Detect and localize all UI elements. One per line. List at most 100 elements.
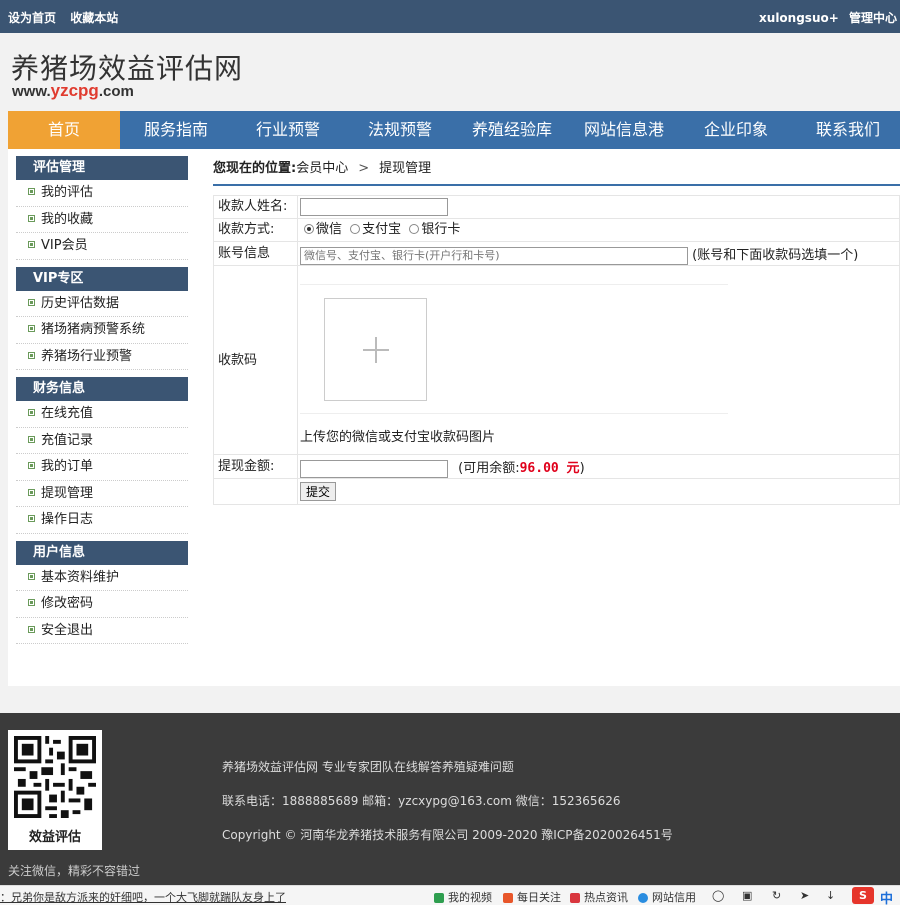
amount-input[interactable] (300, 459, 448, 478)
sidebar-item-label: 基本资料维护 (41, 569, 120, 585)
bullet-icon (28, 351, 35, 359)
site-footer: 效益评估 关注微信，精彩不容错过 养猪场效益评估网 专业专家团队在线解答养殖疑难… (0, 713, 900, 885)
credit-icon (638, 893, 648, 903)
ime-mode-indicator[interactable]: 中 (880, 888, 893, 905)
sidebar-item-recharge[interactable]: 在线充值 (16, 401, 188, 428)
sidebar-group-user: 用户信息 基本资料维护 修改密码 安全退出 (16, 540, 188, 644)
radio-alipay[interactable] (350, 223, 361, 234)
sidebar-item-recharge-records[interactable]: 充值记录 (16, 428, 188, 454)
sidebar-item-my-eval[interactable]: 我的评估 (16, 180, 188, 207)
sidebar-heading: 用户信息 (16, 540, 188, 565)
bullet-icon (28, 435, 35, 443)
nav-service-guide[interactable]: 服务指南 (120, 111, 232, 149)
breadcrumb-divider (213, 184, 900, 186)
site-header: 养猪场效益评估网 www.yzcpg.com (0, 33, 900, 111)
balance-value: 96.00 元 (519, 461, 580, 476)
sidebar-item-password[interactable]: 修改密码 (16, 591, 188, 618)
status-label: 每日关注 (517, 891, 561, 904)
payee-input[interactable] (300, 198, 448, 216)
radio-bank[interactable] (409, 223, 420, 234)
username-link[interactable]: xulongsuo+ (759, 11, 839, 25)
status-hot-news[interactable]: 热点资讯 (570, 889, 628, 905)
sogou-ime-icon[interactable]: S (852, 887, 874, 904)
bookmark-link[interactable]: 收藏本站 (70, 11, 118, 25)
image-icon[interactable]: ▣ (742, 889, 752, 902)
sidebar-item-vip[interactable]: VIP会员 (16, 233, 188, 260)
status-my-video[interactable]: 我的视频 (434, 889, 492, 905)
submit-label-cell (214, 479, 298, 504)
status-site-credit[interactable]: 网站信用 (638, 889, 696, 905)
withdraw-form: 收款人姓名: 收款方式: 微信 支付宝 银行卡 账号信息 (账号和下面收款码选填… (213, 195, 900, 505)
upload-area (300, 284, 728, 414)
nav-contact[interactable]: 联系我们 (792, 111, 900, 149)
account-label: 账号信息 (214, 242, 298, 265)
sidebar-item-label: 我的收藏 (41, 211, 94, 227)
bullet-icon (28, 214, 35, 222)
radio-bank-label: 银行卡 (421, 222, 461, 237)
browser-status-bar: ：兄弟你是敌方派来的奸细吧，一个大飞脚就踹队友身上了 我的视频 每日关注 热点资… (0, 885, 900, 905)
sidebar-item-label: 我的订单 (41, 459, 94, 474)
sidebar-item-favorites[interactable]: 我的收藏 (16, 207, 188, 233)
bullet-icon (28, 515, 35, 522)
payee-label: 收款人姓名: (214, 196, 298, 218)
sidebar-item-orders[interactable]: 我的订单 (16, 454, 188, 481)
admin-center-link[interactable]: 管理中心 (849, 11, 897, 25)
bullet-icon (28, 488, 35, 496)
status-label: 热点资讯 (584, 891, 628, 904)
main-panel: 评估管理 我的评估 我的收藏 VIP会员 VIP专区 历史评估数据 猪场猪病预警… (8, 149, 900, 686)
bullet-icon (28, 298, 35, 306)
sidebar-group-finance: 财务信息 在线充值 充值记录 我的订单 提现管理 操作日志 (16, 377, 188, 534)
sidebar-item-profile[interactable]: 基本资料维护 (16, 565, 188, 591)
wechat-qr-code (14, 736, 96, 818)
sidebar-item-label: 在线充值 (41, 406, 94, 421)
shield-icon[interactable]: ◯ (712, 889, 724, 902)
breadcrumb-parent[interactable]: 会员中心 (296, 161, 348, 176)
qrcode-label: 收款码 (214, 266, 298, 454)
status-label: 网站信用 (652, 891, 696, 904)
refresh-icon[interactable]: ↻ (772, 889, 781, 902)
bullet-icon (28, 409, 35, 416)
bullet-icon (28, 462, 35, 469)
sidebar-item-label: 养猪场行业预警 (41, 348, 133, 364)
account-input[interactable] (300, 246, 688, 265)
bullet-icon (28, 325, 35, 332)
status-daily[interactable]: 每日关注 (503, 889, 561, 905)
nav-industry-warning[interactable]: 行业预警 (232, 111, 344, 149)
sidebar-heading: 评估管理 (16, 156, 188, 180)
sidebar-item-label: 修改密码 (41, 596, 94, 611)
account-hint: (账号和下面收款码选填一个) (692, 248, 859, 263)
top-bar: 设为首页 收藏本站 xulongsuo+ 管理中心 (0, 0, 900, 33)
qrcode-row: 收款码 上传您的微信或支付宝收款码图片 (214, 266, 899, 455)
rocket-icon[interactable]: ➤ (800, 889, 809, 902)
payee-row: 收款人姓名: (214, 196, 899, 219)
download-icon[interactable]: ↓ (826, 889, 835, 902)
breadcrumb-current: 提现管理 (379, 161, 432, 176)
breadcrumb: 您现在的位置:会员中心 > 提现管理 (213, 157, 431, 176)
news-ticker-link[interactable]: ：兄弟你是敌方派来的奸细吧，一个大飞脚就踹队友身上了 (0, 889, 286, 905)
account-row: 账号信息 (账号和下面收款码选填一个) (214, 242, 899, 266)
nav-regulation-warning[interactable]: 法规预警 (344, 111, 456, 149)
sidebar-item-industry-warning[interactable]: 养猪场行业预警 (16, 344, 188, 370)
submit-button[interactable]: 提交 (300, 482, 337, 501)
sidebar-item-label: 提现管理 (41, 485, 94, 501)
site-url[interactable]: www.yzcpg.com (12, 81, 134, 101)
nav-experience[interactable]: 养殖经验库 (456, 111, 568, 149)
url-suffix: .com (98, 83, 134, 100)
qr-caption: 效益评估 (28, 830, 81, 845)
sidebar-item-logs[interactable]: 操作日志 (16, 507, 188, 534)
radio-alipay-label: 支付宝 (362, 222, 402, 237)
radio-wechat-label: 微信 (316, 222, 343, 237)
set-home-link[interactable]: 设为首页 (8, 11, 56, 25)
upload-hint: 上传您的微信或支付宝收款码图片 (300, 430, 496, 445)
bullet-icon (28, 188, 35, 195)
sidebar-item-withdraw[interactable]: 提现管理 (16, 481, 188, 507)
nav-home[interactable]: 首页 (8, 111, 120, 149)
sidebar-item-logout[interactable]: 安全退出 (16, 618, 188, 644)
sidebar-item-history[interactable]: 历史评估数据 (16, 291, 188, 317)
sidebar-item-disease-warning[interactable]: 猪场猪病预警系统 (16, 317, 188, 344)
breadcrumb-prefix: 您现在的位置: (213, 161, 297, 176)
nav-company[interactable]: 企业印象 (680, 111, 792, 149)
radio-wechat[interactable] (304, 223, 314, 234)
nav-info-port[interactable]: 网站信息港 (568, 111, 680, 149)
upload-plus-icon[interactable] (324, 298, 427, 401)
